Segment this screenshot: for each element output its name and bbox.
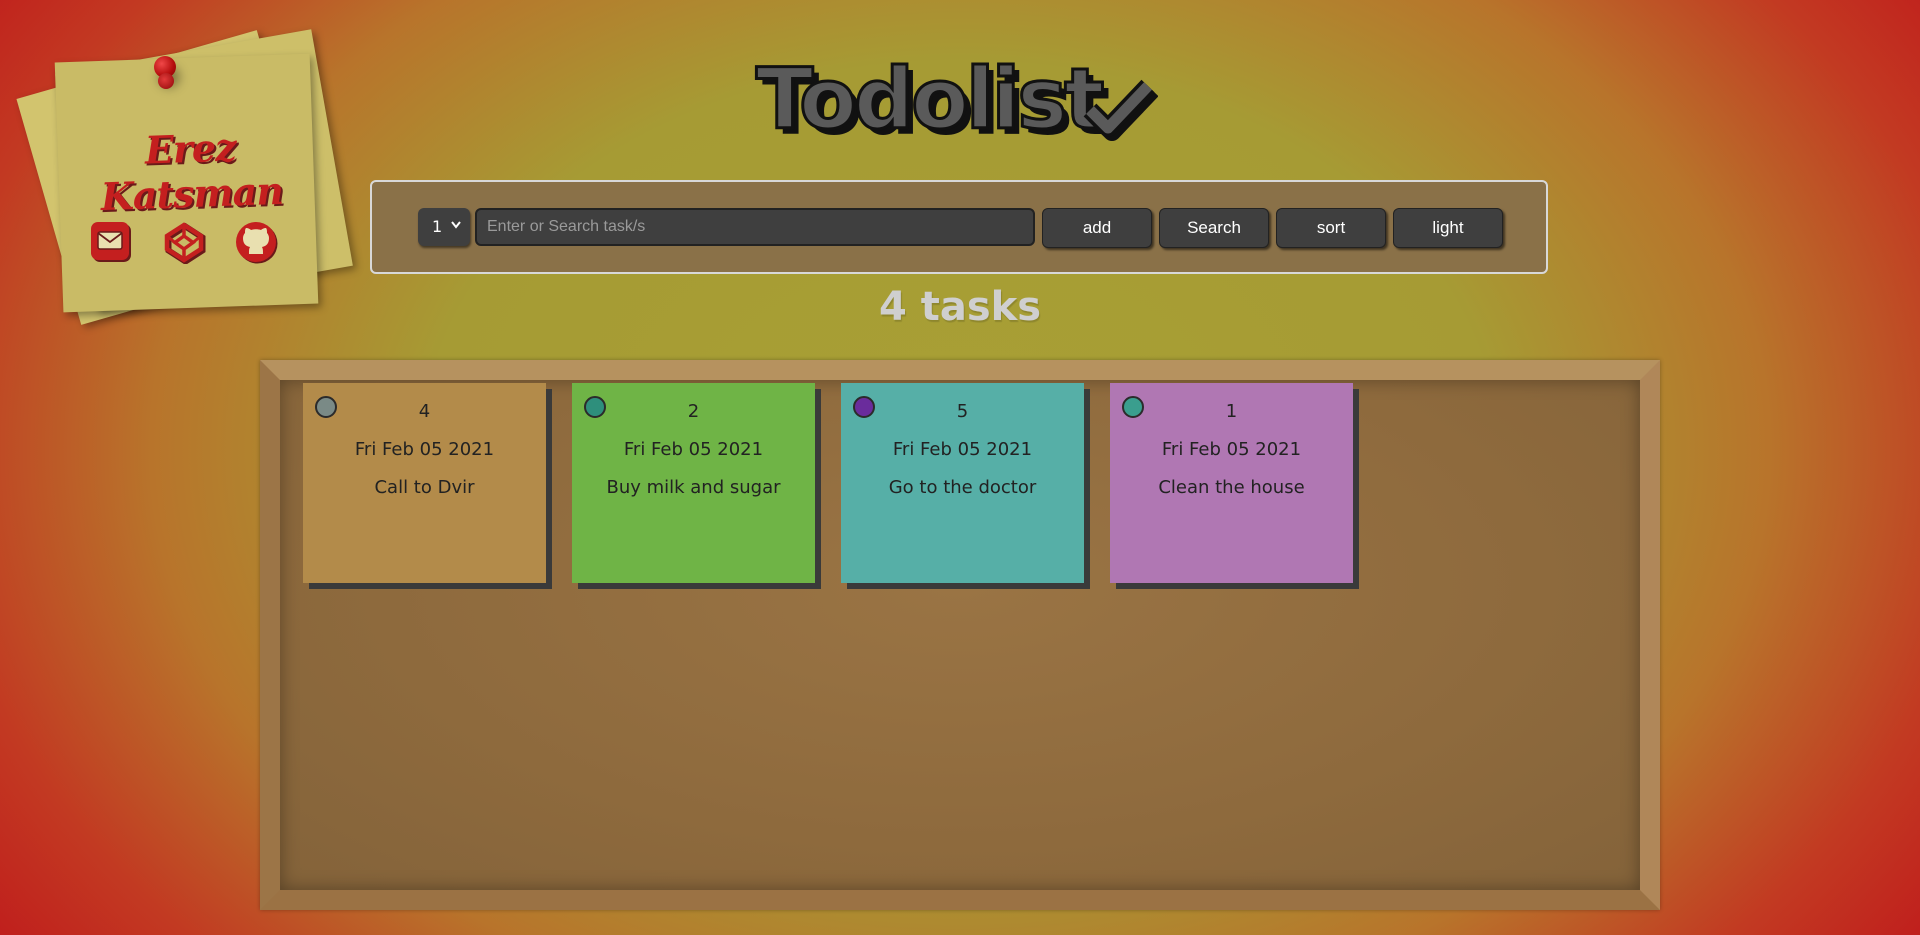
task-date: Fri Feb 05 2021 bbox=[1161, 439, 1302, 460]
task-priority: 5 bbox=[956, 401, 969, 422]
app-title: Todolist bbox=[754, 49, 1105, 150]
task-priority: 4 bbox=[418, 401, 431, 422]
priority-select[interactable]: 1 bbox=[418, 208, 470, 246]
task-date: Fri Feb 05 2021 bbox=[892, 439, 1033, 460]
task-date: Fri Feb 05 2021 bbox=[354, 439, 495, 460]
task-note[interactable]: 5 Fri Feb 05 2021 Go to the doctor bbox=[841, 383, 1084, 583]
task-note[interactable]: 4 Fri Feb 05 2021 Call to Dvir bbox=[303, 383, 546, 583]
codepen-icon[interactable] bbox=[162, 220, 206, 264]
task-priority: 2 bbox=[687, 401, 700, 422]
sort-button[interactable]: sort bbox=[1276, 208, 1386, 248]
profile-name: Erez Katsman bbox=[100, 124, 284, 220]
chevron-down-icon bbox=[451, 221, 461, 229]
task-text: Clean the house bbox=[1158, 477, 1305, 498]
checkmark-icon bbox=[1083, 79, 1158, 141]
task-search-input[interactable] bbox=[475, 208, 1035, 246]
task-count: 4 tasks bbox=[878, 284, 1042, 330]
task-text: Buy milk and sugar bbox=[606, 477, 781, 498]
task-date: Fri Feb 05 2021 bbox=[623, 439, 764, 460]
control-bar: 1 add Search sort light bbox=[370, 180, 1548, 274]
task-note[interactable]: 1 Fri Feb 05 2021 Clean the house bbox=[1110, 383, 1353, 583]
task-text: Go to the doctor bbox=[888, 477, 1037, 498]
add-button[interactable]: add bbox=[1042, 208, 1152, 248]
mail-icon[interactable] bbox=[90, 220, 134, 264]
task-note[interactable]: 2 Fri Feb 05 2021 Buy milk and sugar bbox=[572, 383, 815, 583]
priority-select-value: 1 bbox=[432, 217, 443, 236]
task-text: Call to Dvir bbox=[374, 477, 475, 498]
pushpin-icon bbox=[154, 56, 176, 89]
task-priority: 1 bbox=[1225, 401, 1238, 422]
theme-toggle-button[interactable]: light bbox=[1393, 208, 1503, 248]
search-button[interactable]: Search bbox=[1159, 208, 1269, 248]
github-icon[interactable] bbox=[234, 220, 278, 264]
